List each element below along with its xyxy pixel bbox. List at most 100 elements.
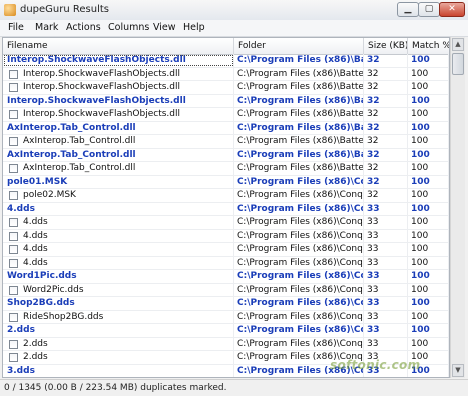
table-row-duplicate[interactable]: 4.dds C:\Program Files (x86)\Conqui...331…: [3, 229, 449, 243]
size-cell: 32: [364, 148, 408, 162]
match-cell: 100: [408, 94, 449, 108]
close-button[interactable]: ✕: [439, 2, 465, 17]
match-cell: 100: [408, 189, 449, 202]
minimize-button[interactable]: ▁: [397, 2, 419, 17]
table-row-reference[interactable]: AxInterop.Tab_Control.dll C:\Program File…: [3, 148, 449, 162]
mark-checkbox[interactable]: [9, 191, 18, 200]
folder-cell: C:\Program Files (x86)\Conqui...: [234, 256, 364, 270]
filename-text: 3.dds: [7, 365, 35, 376]
column-header-size[interactable]: Size (KB): [364, 38, 408, 54]
folder-cell: C:\Program Files (x86)\Conqui...: [234, 229, 364, 243]
match-cell: 100: [408, 81, 449, 94]
filename-cell: 4.dds: [3, 216, 234, 229]
table-row-duplicate[interactable]: 4.dds C:\Program Files (x86)\Conqui...331…: [3, 243, 449, 257]
table-row-reference[interactable]: Shop2BG.dds C:\Program Files (x86)\Conqu.…: [3, 297, 449, 311]
folder-cell: C:\Program Files (x86)\Conqu...: [234, 202, 364, 216]
table-row-duplicate[interactable]: 4.dds C:\Program Files (x86)\Conqui...331…: [3, 216, 449, 230]
filename-cell: 4.dds: [3, 229, 234, 243]
table-row-duplicate[interactable]: Interop.ShockwaveFlashObjects.dll C:\Prog…: [3, 67, 449, 81]
table-row-reference[interactable]: 4.dds C:\Program Files (x86)\Conqu...3310…: [3, 202, 449, 216]
table-row-duplicate[interactable]: AxInterop.Tab_Control.dll C:\Program File…: [3, 162, 449, 176]
menu-columns[interactable]: Columns: [108, 22, 149, 33]
table-row-reference[interactable]: AxInterop.Tab_Control.dll C:\Program File…: [3, 121, 449, 135]
mark-checkbox[interactable]: [9, 137, 18, 146]
match-cell: 100: [408, 216, 449, 229]
filename-text: Word2Pic.dds: [23, 284, 84, 295]
folder-cell: C:\Program Files (x86)\Batte...: [234, 67, 364, 81]
filename-text: Interop.ShockwaveFlashObjects.dll: [23, 82, 180, 92]
filename-cell: RideShop2BG.dds: [3, 310, 234, 324]
table-row-duplicate[interactable]: Interop.ShockwaveFlashObjects.dll C:\Prog…: [3, 81, 449, 95]
folder-cell: C:\Program Files (x86)\Conqui...: [234, 337, 364, 351]
table-row-duplicate[interactable]: RideShop2BG.dds C:\Program Files (x86)\Co…: [3, 310, 449, 324]
filename-cell: Interop.ShockwaveFlashObjects.dll: [3, 108, 234, 121]
table-row-reference[interactable]: Interop.ShockwaveFlashObjects.dll C:\Prog…: [3, 94, 449, 108]
menu-actions[interactable]: Actions: [66, 22, 101, 33]
filename-cell: Shop2BG.dds: [3, 297, 234, 310]
scroll-up-icon[interactable]: ▲: [452, 38, 464, 51]
filename-cell: 4.dds: [3, 202, 234, 216]
column-header-match[interactable]: Match %: [408, 38, 449, 54]
mark-checkbox[interactable]: [9, 231, 18, 241]
filename-text: 4.dds: [23, 230, 48, 241]
match-cell: 100: [408, 148, 449, 162]
table-row-reference[interactable]: 2.dds C:\Program Files (x86)\Conqu...3310…: [3, 324, 449, 338]
mark-checkbox[interactable]: [9, 164, 18, 173]
mark-checkbox[interactable]: [9, 218, 18, 227]
filename-cell: Interop.ShockwaveFlashObjects.dll: [3, 94, 234, 108]
filename-cell: AxInterop.Tab_Control.dll: [3, 121, 234, 135]
size-cell: 33: [364, 297, 408, 310]
table-row-reference[interactable]: pole01.MSK C:\Program Files (x86)\Conqu..…: [3, 175, 449, 189]
menu-view[interactable]: View: [153, 22, 176, 33]
mark-checkbox[interactable]: [9, 312, 18, 322]
filename-text: RideShop2BG.dds: [23, 311, 104, 322]
menu-file[interactable]: File: [8, 22, 24, 33]
size-cell: 33: [364, 270, 408, 283]
filename-text: 2.dds: [23, 338, 48, 349]
filename-text: Interop.ShockwaveFlashObjects.dll: [23, 109, 180, 119]
mark-checkbox[interactable]: [9, 353, 18, 362]
table-row-duplicate[interactable]: pole02.MSK C:\Program Files (x86)\Conqui.…: [3, 189, 449, 203]
mark-checkbox[interactable]: [9, 285, 18, 295]
mark-checkbox[interactable]: [9, 258, 18, 268]
mark-checkbox[interactable]: [9, 69, 18, 79]
size-cell: 32: [364, 135, 408, 148]
filename-cell: pole01.MSK: [3, 175, 234, 189]
column-header-folder[interactable]: Folder: [234, 38, 364, 54]
table-row-reference[interactable]: Interop.ShockwaveFlashObjects.dll C:\Prog…: [3, 54, 449, 68]
table-row-duplicate[interactable]: Word2Pic.dds C:\Program Files (x86)\Conqu…: [3, 283, 449, 297]
filename-cell: AxInterop.Tab_Control.dll: [3, 148, 234, 162]
table-row-duplicate[interactable]: AxInterop.Tab_Control.dll C:\Program File…: [3, 135, 449, 149]
size-cell: 32: [364, 108, 408, 121]
table-row-reference[interactable]: Word1Pic.dds C:\Program Files (x86)\Conqu…: [3, 270, 449, 284]
mark-checkbox[interactable]: [9, 245, 18, 254]
table-row-duplicate[interactable]: 2.dds C:\Program Files (x86)\Conqui...331…: [3, 337, 449, 351]
vertical-scrollbar[interactable]: ▲ ▼: [450, 37, 465, 378]
folder-cell: C:\Program Files (x86)\Conqui...: [234, 243, 364, 256]
scroll-down-icon[interactable]: ▼: [452, 364, 464, 377]
maximize-button[interactable]: ▢: [418, 2, 440, 17]
filename-cell: AxInterop.Tab_Control.dll: [3, 162, 234, 175]
window-title: dupeGuru Results: [20, 4, 110, 15]
filename-text: 4.dds: [23, 217, 48, 227]
filename-cell: Word1Pic.dds: [3, 270, 234, 283]
size-cell: 33: [364, 283, 408, 297]
scrollbar-thumb[interactable]: [452, 53, 464, 75]
mark-checkbox[interactable]: [9, 83, 18, 92]
filename-cell: Interop.ShockwaveFlashObjects.dll: [3, 54, 234, 67]
size-cell: 33: [364, 243, 408, 256]
mark-checkbox[interactable]: [9, 339, 18, 349]
table-row-duplicate[interactable]: 4.dds C:\Program Files (x86)\Conqui...331…: [3, 256, 449, 270]
column-header-filename[interactable]: Filename: [3, 38, 234, 54]
menu-help[interactable]: Help: [183, 22, 205, 33]
menu-mark[interactable]: Mark: [35, 22, 58, 33]
table-row-duplicate[interactable]: Interop.ShockwaveFlashObjects.dll C:\Prog…: [3, 108, 449, 122]
menu-bar: File Mark Actions Columns View Help: [0, 20, 468, 37]
match-cell: 100: [408, 54, 449, 67]
results-table: Filename Folder Size (KB) Match % Intero…: [2, 37, 450, 378]
filename-cell: 4.dds: [3, 243, 234, 256]
filename-cell: 2.dds: [3, 351, 234, 364]
app-icon: [4, 4, 16, 16]
mark-checkbox[interactable]: [9, 110, 18, 119]
size-cell: 32: [364, 94, 408, 108]
